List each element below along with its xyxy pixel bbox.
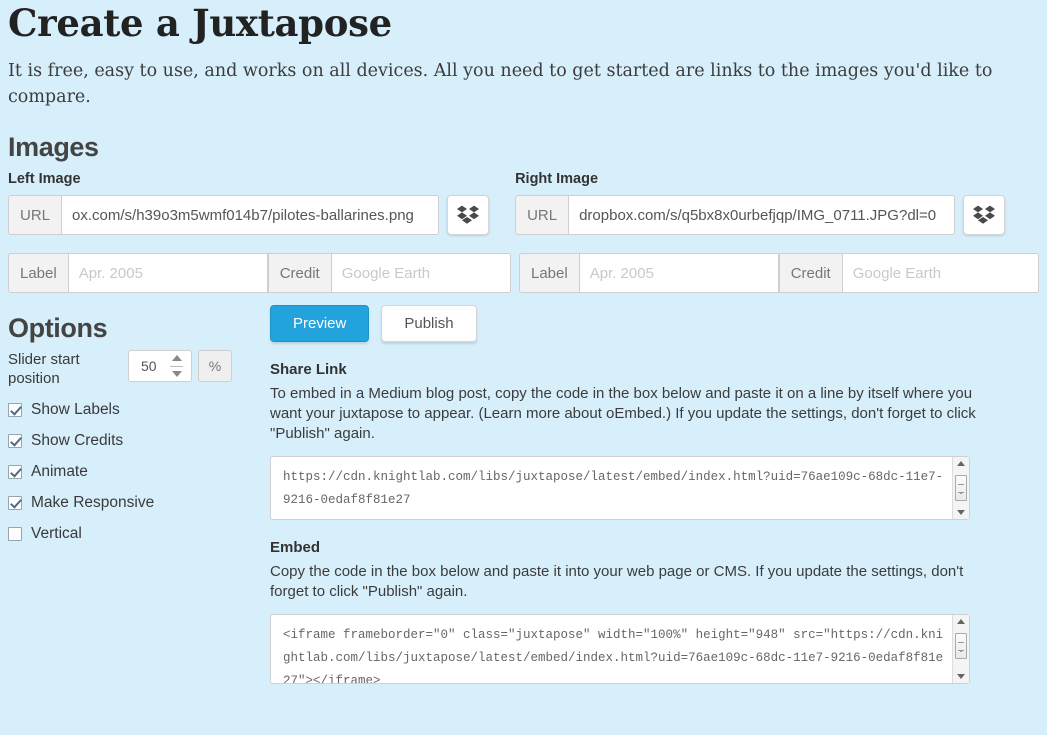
slider-start-label: Slider start position xyxy=(8,351,80,387)
checkbox-label: Vertical xyxy=(31,525,82,542)
slider-start-stepper[interactable]: 50 xyxy=(128,350,192,382)
right-url-group: URL xyxy=(515,195,956,235)
label-credit-row: Label Credit Label Credit xyxy=(8,253,1039,293)
right-credit-addon: Credit xyxy=(778,253,842,293)
right-image-label: Right Image xyxy=(515,171,599,187)
scroll-up-icon[interactable] xyxy=(957,619,965,624)
left-credit-addon: Credit xyxy=(267,253,331,293)
right-credit-input[interactable] xyxy=(841,253,1039,293)
right-dropbox-button[interactable] xyxy=(963,195,1006,235)
checkbox-show-labels[interactable]: Show Labels xyxy=(8,401,266,419)
left-dropbox-button[interactable] xyxy=(447,195,489,235)
checkbox-box[interactable] xyxy=(8,403,22,417)
share-link-scrollbar[interactable] xyxy=(952,457,969,519)
publish-button[interactable]: Publish xyxy=(381,305,477,342)
left-label-input[interactable] xyxy=(67,253,268,293)
checkbox-make-responsive[interactable]: Make Responsive xyxy=(8,494,266,512)
options-heading: Options xyxy=(8,313,108,343)
slider-start-row: Slider start position 50 % xyxy=(8,350,266,388)
output-panel: Preview Publish Share Link To embed in a… xyxy=(266,305,1039,684)
scroll-down-icon[interactable] xyxy=(957,510,965,515)
dropbox-icon xyxy=(973,205,996,224)
embed-textarea-wrap: <iframe frameborder="0" class="juxtapose… xyxy=(270,614,970,684)
left-url-input[interactable] xyxy=(61,195,439,235)
right-label-credit-group: Label Credit xyxy=(519,253,1039,293)
share-link-textarea[interactable]: https://cdn.knightlab.com/libs/juxtapose… xyxy=(271,457,969,519)
checkbox-box[interactable] xyxy=(8,496,22,510)
options-checkbox-list: Show Labels Show Credits Animate Make Re… xyxy=(8,401,266,543)
right-label-addon: Label xyxy=(519,253,579,293)
embed-textarea[interactable]: <iframe frameborder="0" class="juxtapose… xyxy=(271,615,969,683)
checkbox-box[interactable] xyxy=(8,434,22,448)
scroll-up-icon[interactable] xyxy=(957,461,965,466)
left-url-addon: URL xyxy=(8,195,62,235)
checkbox-label: Show Credits xyxy=(31,432,124,449)
create-juxtapose-page: Create a Juxtapose It is free, easy to u… xyxy=(0,0,1047,735)
right-url-addon: URL xyxy=(515,195,569,235)
preview-button[interactable]: Preview xyxy=(270,305,370,342)
checkbox-box[interactable] xyxy=(8,527,22,541)
image-labels-row: Left Image Right Image xyxy=(8,163,1039,187)
checkbox-show-credits[interactable]: Show Credits xyxy=(8,432,266,450)
embed-title: Embed xyxy=(270,539,321,556)
embed-scrollbar[interactable] xyxy=(952,615,969,683)
share-link-title: Share Link xyxy=(270,361,347,378)
left-label-credit-group: Label Credit xyxy=(8,253,511,293)
checkbox-box[interactable] xyxy=(8,465,22,479)
action-buttons: Preview Publish xyxy=(270,305,1039,342)
right-url-input[interactable] xyxy=(568,195,956,235)
scroll-down-icon[interactable] xyxy=(957,674,965,679)
share-link-textarea-wrap: https://cdn.knightlab.com/libs/juxtapose… xyxy=(270,456,970,520)
left-credit-input[interactable] xyxy=(330,253,511,293)
images-heading: Images xyxy=(8,132,99,162)
options-and-output: Options Slider start position 50 % Show … xyxy=(8,305,1039,684)
image-url-row: URL URL xyxy=(8,195,1039,235)
share-link-description: To embed in a Medium blog post, copy the… xyxy=(270,385,976,442)
checkbox-label: Show Labels xyxy=(31,401,120,418)
left-label-addon: Label xyxy=(8,253,68,293)
options-panel: Options Slider start position 50 % Show … xyxy=(8,305,266,684)
checkbox-label: Animate xyxy=(31,463,88,480)
checkbox-animate[interactable]: Animate xyxy=(8,463,266,481)
embed-description: Copy the code in the box below and paste… xyxy=(270,563,964,600)
slider-start-unit: % xyxy=(198,350,232,382)
right-label-input[interactable] xyxy=(578,253,779,293)
dropbox-icon xyxy=(457,205,479,224)
stepper-arrows-icon[interactable] xyxy=(170,355,183,377)
checkbox-vertical[interactable]: Vertical xyxy=(8,525,266,543)
scrollbar-thumb[interactable] xyxy=(955,475,967,501)
checkbox-label: Make Responsive xyxy=(31,494,155,511)
left-image-label: Left Image xyxy=(8,171,81,187)
page-intro: It is free, easy to use, and works on al… xyxy=(8,61,993,107)
slider-start-value: 50 xyxy=(141,358,157,374)
page-title: Create a Juxtapose xyxy=(8,1,392,45)
left-url-group: URL xyxy=(8,195,439,235)
scrollbar-thumb[interactable] xyxy=(955,633,967,659)
